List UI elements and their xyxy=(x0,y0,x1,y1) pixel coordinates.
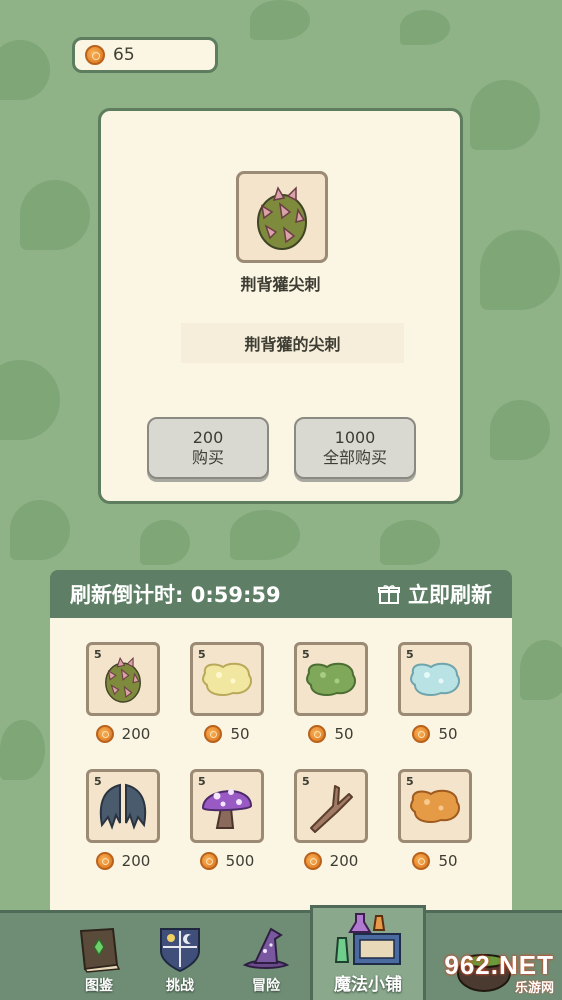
item-name: 荆背獾尖刺 xyxy=(240,275,321,294)
shop-item-slot[interactable]: 5 xyxy=(190,642,264,716)
item-price: 50 xyxy=(204,725,250,743)
item-price: 200 xyxy=(95,852,151,870)
coin-icon xyxy=(85,45,105,65)
shop-item[interactable]: 5 50 xyxy=(190,642,264,743)
currency-amount: 65 xyxy=(113,45,135,65)
witch-hat-icon xyxy=(242,927,290,969)
tab-label: 魔法小铺 xyxy=(334,975,402,995)
tab-challenge[interactable]: 挑战 xyxy=(136,921,224,1000)
item-price-value: 200 xyxy=(329,852,359,870)
gift-icon xyxy=(378,585,400,604)
item-detail-panel: 荆背獾尖刺 荆背獾的尖刺 200 购买 1000 全部购买 xyxy=(98,108,463,504)
shop-item[interactable]: 5 50 xyxy=(294,642,368,743)
coin-icon xyxy=(412,725,431,743)
book-icon xyxy=(79,927,121,973)
tab-label: 图鉴 xyxy=(85,978,113,994)
buy-one-label: 购买 xyxy=(191,448,224,467)
item-count: 5 xyxy=(94,648,102,661)
item-price: 500 xyxy=(199,852,255,870)
shop-item[interactable]: 5 50 xyxy=(398,769,472,870)
buy-one-price: 200 xyxy=(192,428,224,447)
green-slime-icon xyxy=(306,662,356,696)
item-price: 200 xyxy=(95,725,151,743)
item-count: 5 xyxy=(302,775,310,788)
item-price-value: 50 xyxy=(438,852,458,870)
thorn-spike-icon xyxy=(257,186,307,250)
shop-item[interactable]: 5 50 xyxy=(398,642,472,743)
tab-label: 冒险 xyxy=(252,978,280,994)
buy-one-button[interactable]: 200 购买 xyxy=(147,417,269,479)
item-price: 50 xyxy=(412,725,458,743)
shop-item-slot[interactable]: 5 xyxy=(294,769,368,843)
coin-icon xyxy=(95,725,114,743)
buy-all-label: 全部购买 xyxy=(322,448,387,467)
item-price-value: 50 xyxy=(334,725,354,743)
branch-icon xyxy=(310,785,353,833)
coin-icon xyxy=(308,725,327,743)
item-price-value: 200 xyxy=(121,725,151,743)
shop-item-slot[interactable]: 5 xyxy=(86,769,160,843)
item-price-value: 200 xyxy=(121,852,151,870)
coin-icon xyxy=(199,852,218,870)
shop-item[interactable]: 5 200 xyxy=(294,769,368,870)
shop-item-slot[interactable]: 5 xyxy=(398,769,472,843)
selected-item-slot xyxy=(236,171,328,263)
coin-icon xyxy=(95,852,114,870)
buy-all-button[interactable]: 1000 全部购买 xyxy=(294,417,416,479)
watermark-subtitle: 乐游网 xyxy=(514,980,554,995)
tab-label: 挑战 xyxy=(166,978,194,994)
tab-collection[interactable]: 图鉴 xyxy=(55,921,143,1000)
bat-wings-icon xyxy=(99,783,147,830)
coin-icon xyxy=(204,725,223,743)
shop-item[interactable]: 5 200 xyxy=(86,769,160,870)
item-count: 5 xyxy=(94,775,102,788)
shop-item-grid: 5 200 5 50 5 50 5 50 5 200 5 500 5 200 5… xyxy=(86,642,478,870)
item-count: 5 xyxy=(198,775,206,788)
shop-item[interactable]: 5 500 xyxy=(190,769,264,870)
shop-item-slot[interactable]: 5 xyxy=(294,642,368,716)
item-description-text: 荆背獾的尖刺 xyxy=(244,335,341,354)
refresh-now-label: 立即刷新 xyxy=(408,583,492,607)
item-price: 50 xyxy=(308,725,354,743)
item-price-value: 50 xyxy=(230,725,250,743)
shield-icon xyxy=(160,928,200,973)
item-price: 50 xyxy=(412,852,458,870)
item-count: 5 xyxy=(198,648,206,661)
shop-panel: 5 200 5 50 5 50 5 50 5 200 5 500 5 200 5… xyxy=(50,618,512,918)
refresh-countdown: 刷新倒计时: 0:59:59 xyxy=(70,583,281,607)
yellow-slime-icon xyxy=(202,662,252,696)
tab-adventure[interactable]: 冒险 xyxy=(222,921,310,1000)
item-count: 5 xyxy=(406,648,414,661)
item-count: 5 xyxy=(406,775,414,788)
currency-display: 65 xyxy=(72,37,218,73)
shop-item-slot[interactable]: 5 xyxy=(190,769,264,843)
shop-item[interactable]: 5 200 xyxy=(86,642,160,743)
orange-slime-icon xyxy=(410,789,460,823)
thorn-spike-icon xyxy=(105,656,141,703)
buy-all-price: 1000 xyxy=(334,428,376,447)
item-price: 200 xyxy=(303,852,359,870)
item-description: 荆背獾的尖刺 xyxy=(181,323,404,363)
refresh-now-button[interactable]: 立即刷新 xyxy=(378,579,492,609)
shop-header: 刷新倒计时: 0:59:59 立即刷新 xyxy=(50,570,512,618)
watermark: 962.NET 乐游网 xyxy=(430,950,562,1000)
potion-shop-icon xyxy=(334,913,401,965)
coin-icon xyxy=(303,852,322,870)
item-count: 5 xyxy=(302,648,310,661)
item-price-value: 500 xyxy=(225,852,255,870)
tab-magic-shop[interactable]: 魔法小铺 xyxy=(310,905,426,1000)
blue-slime-icon xyxy=(410,662,460,696)
shop-item-slot[interactable]: 5 xyxy=(86,642,160,716)
purple-mushroom-icon xyxy=(201,789,253,829)
item-price-value: 50 xyxy=(438,725,458,743)
shop-item-slot[interactable]: 5 xyxy=(398,642,472,716)
coin-icon xyxy=(412,852,431,870)
